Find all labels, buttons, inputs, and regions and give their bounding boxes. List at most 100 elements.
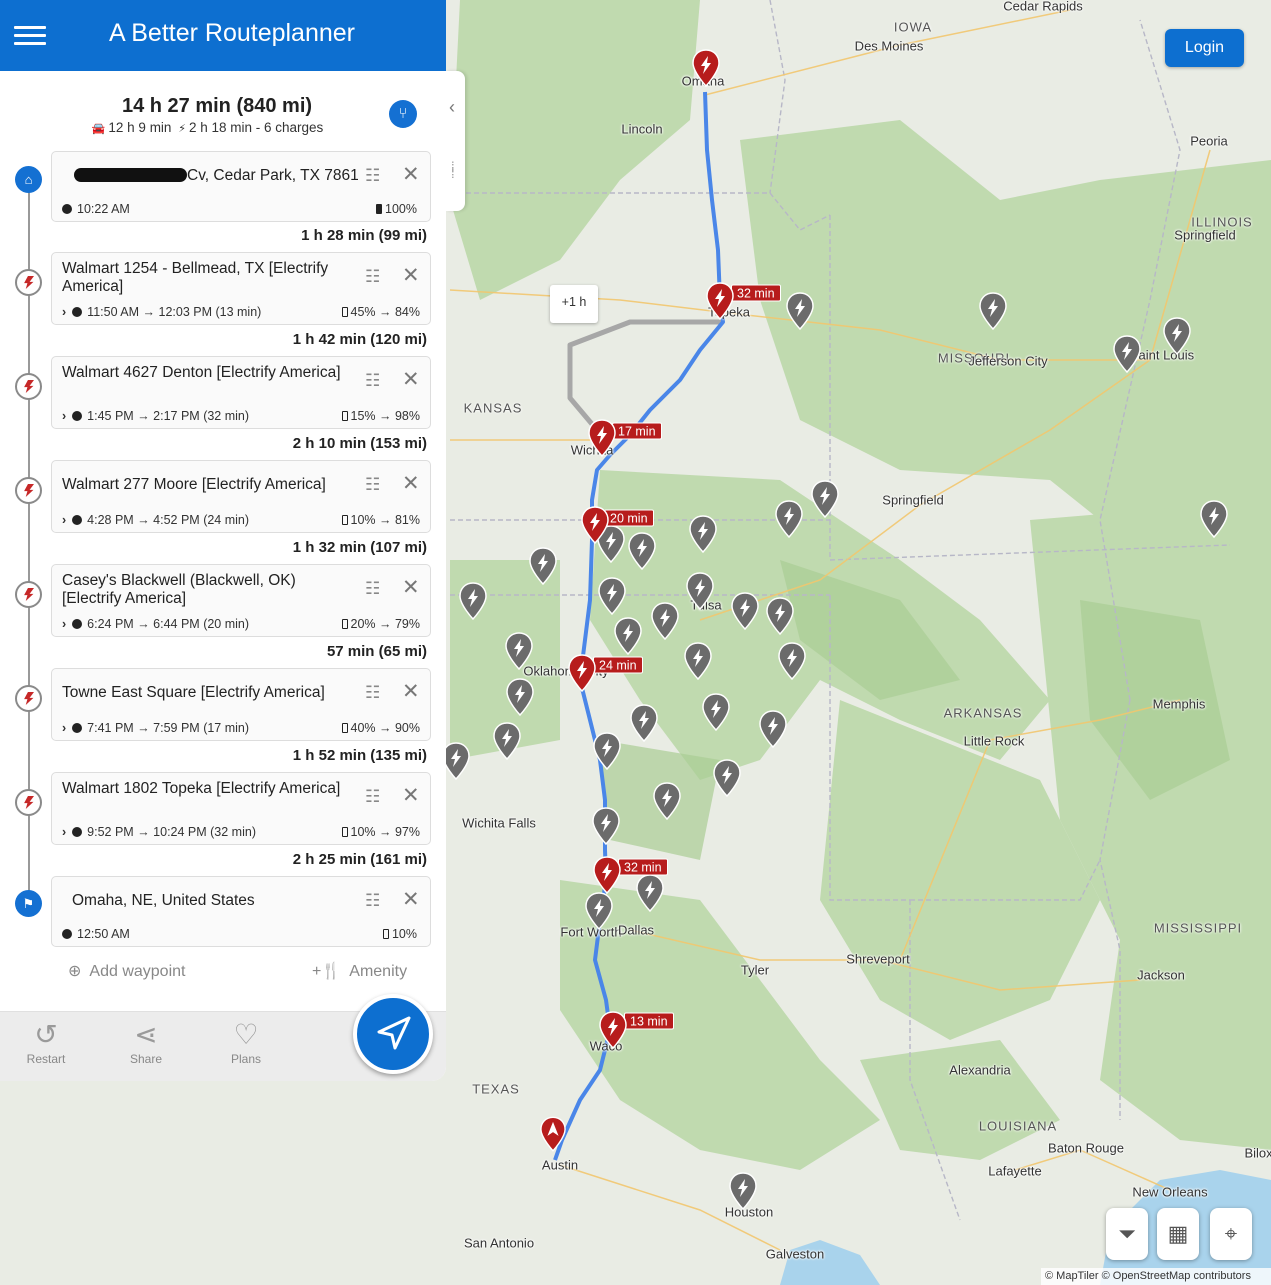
charger-marker-icon[interactable] (505, 632, 533, 671)
tune-icon[interactable]: ☷ (365, 371, 380, 391)
charger-marker-icon[interactable] (493, 722, 521, 761)
stop-duration-tag[interactable]: 24 min (593, 656, 643, 674)
tune-icon[interactable]: ☷ (365, 891, 380, 911)
charger-marker-icon[interactable] (811, 480, 839, 519)
charger-marker-icon[interactable] (592, 807, 620, 846)
charger-marker-icon[interactable] (766, 597, 794, 636)
stop-duration-tag[interactable]: 20 min (604, 509, 654, 527)
charger-name[interactable]: Walmart 1802 Topeka [Electrify America] (62, 780, 357, 798)
charger-marker-icon[interactable] (459, 582, 487, 621)
tune-icon[interactable]: ☷ (365, 267, 380, 287)
charger-marker-icon[interactable] (684, 642, 712, 681)
close-icon[interactable]: ✕ (402, 575, 420, 600)
close-icon[interactable]: ✕ (402, 887, 420, 912)
charger-marker-icon[interactable] (630, 704, 658, 743)
tune-icon[interactable]: ☷ (365, 579, 380, 599)
close-icon[interactable]: ✕ (402, 263, 420, 288)
restart-button[interactable]: ↺ Restart (11, 1018, 81, 1066)
stop-duration-tag[interactable]: 17 min (612, 422, 662, 440)
charger-marker-icon[interactable] (979, 292, 1007, 331)
destination-marker-icon[interactable] (692, 49, 720, 88)
alternative-route-label[interactable]: +1 h (550, 285, 598, 323)
charging-stop-card[interactable]: Walmart 277 Moore [Electrify America] ☷ … (51, 460, 431, 533)
charger-name[interactable]: Walmart 4627 Denton [Electrify America] (62, 364, 357, 382)
charger-marker-icon[interactable] (713, 759, 741, 798)
charge-times[interactable]: › 11:50 AM → 12:03 PM (13 min) (62, 305, 261, 319)
origin-marker-icon[interactable] (540, 1116, 566, 1152)
charger-name[interactable]: Walmart 1254 - Bellmead, TX [Electrify A… (62, 260, 357, 296)
destination-card[interactable]: Omaha, NE, United States ☷ ✕ 12:50 AM 10… (51, 876, 431, 947)
close-icon[interactable]: ✕ (402, 783, 420, 808)
charger-marker-icon[interactable] (731, 592, 759, 631)
map-attribution[interactable]: © MapTiler © OpenStreetMap contributors (1041, 1268, 1271, 1285)
charger-marker-icon[interactable] (1113, 335, 1141, 374)
tune-icon[interactable]: ☷ (365, 787, 380, 807)
plans-button[interactable]: ♡ Plans (211, 1018, 281, 1066)
close-icon[interactable]: ✕ (402, 162, 420, 187)
charger-marker-icon[interactable] (529, 547, 557, 586)
charging-stop-marker-icon[interactable] (706, 282, 734, 321)
charging-stop-card[interactable]: Walmart 1802 Topeka [Electrify America] … (51, 772, 431, 845)
charging-stop-marker-icon[interactable] (568, 654, 596, 693)
route-options-icon[interactable]: ⑂ (389, 100, 417, 128)
charger-marker-icon[interactable] (702, 693, 730, 732)
amenity-button[interactable]: +🍴 Amenity (312, 961, 407, 981)
charging-stop-card[interactable]: Walmart 1254 - Bellmead, TX [Electrify A… (51, 252, 431, 325)
charging-stop-marker-icon[interactable] (599, 1011, 627, 1050)
locate-me-button[interactable]: ⌖ (1210, 1208, 1252, 1260)
add-waypoint-button[interactable]: ⊕ Add waypoint (68, 961, 185, 981)
charger-marker-icon[interactable] (442, 742, 470, 781)
chevron-left-icon[interactable]: ‹ (449, 97, 455, 118)
charging-stop-marker-icon[interactable] (581, 506, 609, 545)
charger-marker-icon[interactable] (759, 710, 787, 749)
charger-name[interactable]: Casey's Blackwell (Blackwell, OK) [Elect… (62, 572, 357, 608)
start-navigation-button[interactable] (353, 994, 433, 1074)
charger-marker-icon[interactable] (1163, 317, 1191, 356)
charger-name[interactable]: Walmart 277 Moore [Electrify America] (62, 476, 357, 494)
charge-times[interactable]: › 1:45 PM → 2:17 PM (32 min) (62, 409, 249, 423)
charger-marker-icon[interactable] (628, 532, 656, 571)
filter-button[interactable]: ⏷ (1106, 1208, 1148, 1260)
charger-marker-icon[interactable] (1200, 500, 1228, 539)
charger-marker-icon[interactable] (686, 572, 714, 611)
share-button[interactable]: ⋖ Share (111, 1018, 181, 1066)
table-view-button[interactable]: ▦ (1157, 1208, 1199, 1260)
charging-stop-marker-icon[interactable] (593, 856, 621, 895)
charger-marker-icon[interactable] (778, 642, 806, 681)
tune-icon[interactable]: ☷ (365, 166, 380, 186)
charger-marker-icon[interactable] (585, 892, 613, 931)
origin-card[interactable]: Cv, Cedar Park, TX 7861 ☷ ✕ 10:22 AM 100… (51, 151, 431, 222)
charger-marker-icon[interactable] (653, 782, 681, 821)
tune-icon[interactable]: ☷ (365, 683, 380, 703)
charger-marker-icon[interactable] (506, 678, 534, 717)
login-button[interactable]: Login (1165, 29, 1244, 67)
stop-duration-tag[interactable]: 32 min (731, 284, 781, 302)
close-icon[interactable]: ✕ (402, 679, 420, 704)
charging-stop-card[interactable]: Walmart 4627 Denton [Electrify America] … (51, 356, 431, 429)
close-icon[interactable]: ✕ (402, 367, 420, 392)
close-icon[interactable]: ✕ (402, 471, 420, 496)
destination-name[interactable]: Omaha, NE, United States (72, 892, 367, 910)
charge-times[interactable]: › 6:24 PM → 6:44 PM (20 min) (62, 617, 249, 631)
hamburger-menu-icon[interactable] (14, 22, 50, 50)
charger-marker-icon[interactable] (598, 577, 626, 616)
charging-stop-card[interactable]: Towne East Square [Electrify America] ☷ … (51, 668, 431, 741)
origin-name[interactable]: Cv, Cedar Park, TX 7861 (74, 167, 369, 185)
tune-icon[interactable]: ☷ (365, 475, 380, 495)
stop-duration-tag[interactable]: 13 min (624, 1012, 674, 1030)
panel-collapse-tab[interactable]: ‹ ⁞ ⁞ (446, 71, 465, 211)
charge-times[interactable]: › 4:28 PM → 4:52 PM (24 min) (62, 513, 249, 527)
charging-stop-card[interactable]: Casey's Blackwell (Blackwell, OK) [Elect… (51, 564, 431, 637)
charger-name[interactable]: Towne East Square [Electrify America] (62, 684, 357, 702)
stop-duration-tag[interactable]: 32 min (618, 858, 668, 876)
charger-marker-icon[interactable] (786, 292, 814, 331)
charger-marker-icon[interactable] (651, 602, 679, 641)
charger-marker-icon[interactable] (593, 732, 621, 771)
charger-marker-icon[interactable] (614, 617, 642, 656)
drag-handle-icon[interactable]: ⁞ ⁞ (451, 160, 455, 180)
charger-marker-icon[interactable] (729, 1172, 757, 1211)
charge-times[interactable]: › 7:41 PM → 7:59 PM (17 min) (62, 721, 249, 735)
charge-times[interactable]: › 9:52 PM → 10:24 PM (32 min) (62, 825, 256, 839)
charger-marker-icon[interactable] (636, 874, 664, 913)
charger-marker-icon[interactable] (689, 515, 717, 554)
